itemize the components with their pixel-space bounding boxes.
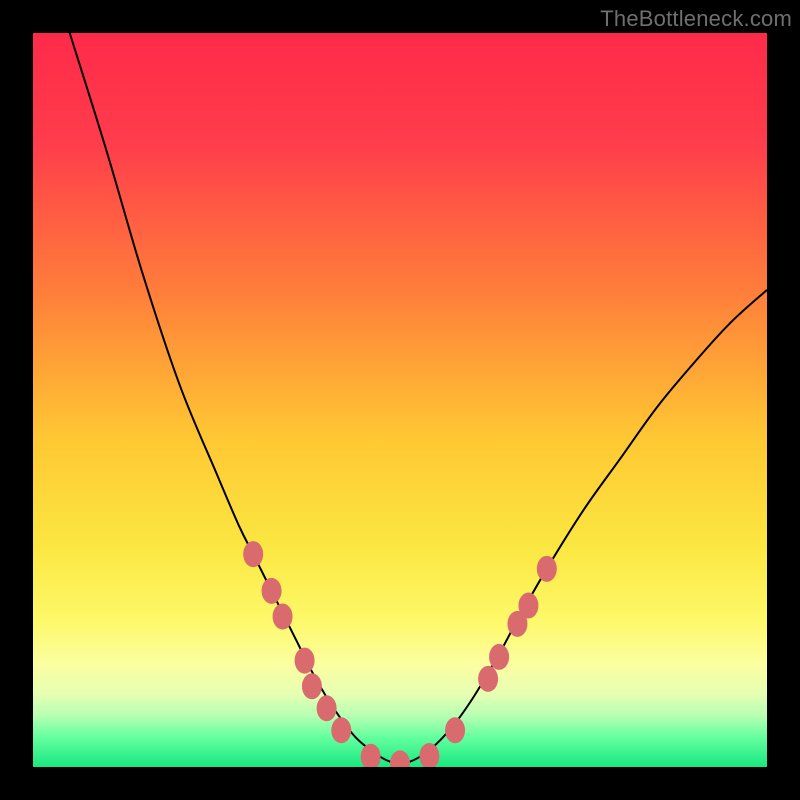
marker-dot bbox=[302, 673, 322, 699]
marker-dot bbox=[445, 717, 465, 743]
chart-svg bbox=[33, 33, 767, 767]
marker-dot bbox=[317, 695, 337, 721]
plot-area bbox=[33, 33, 767, 767]
marker-dot bbox=[489, 644, 509, 670]
marker-dot bbox=[518, 593, 538, 619]
marker-dot bbox=[537, 556, 557, 582]
marker-dot bbox=[390, 750, 410, 767]
marker-dot bbox=[361, 744, 381, 767]
curve-right bbox=[400, 290, 767, 765]
marker-group bbox=[243, 541, 557, 767]
marker-dot bbox=[478, 666, 498, 692]
watermark-text: TheBottleneck.com bbox=[600, 6, 792, 32]
marker-dot bbox=[331, 717, 351, 743]
marker-dot bbox=[262, 578, 282, 604]
marker-dot bbox=[295, 648, 315, 674]
curve-left bbox=[70, 33, 400, 765]
marker-dot bbox=[243, 541, 263, 567]
marker-dot bbox=[273, 604, 293, 630]
marker-dot bbox=[419, 743, 439, 767]
